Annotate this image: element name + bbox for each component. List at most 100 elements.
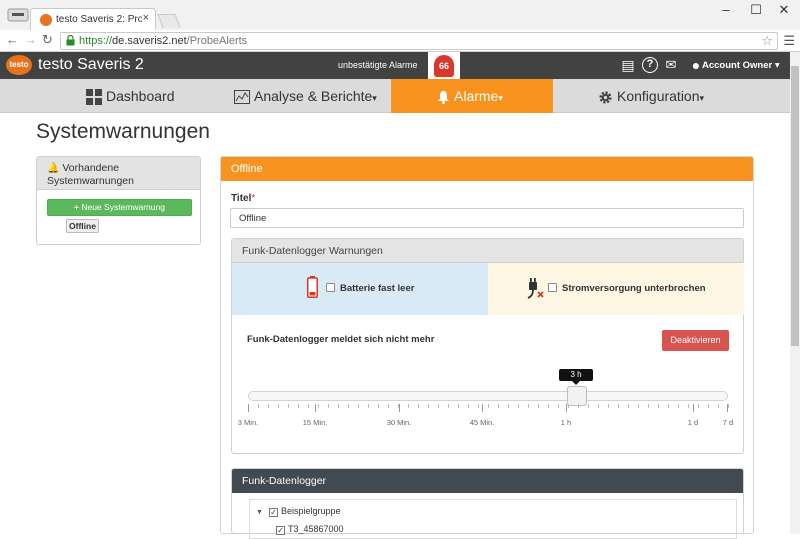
app-name: testo Saveris 2	[38, 56, 144, 73]
bell-icon	[438, 91, 449, 105]
slider-tick	[628, 404, 629, 408]
slider-tick	[718, 404, 719, 408]
slider-tick	[528, 404, 529, 408]
slider-tick	[298, 404, 299, 408]
close-window-button[interactable]: ✕	[770, 2, 798, 18]
reload-icon[interactable]: ↻	[42, 32, 53, 48]
slider-tick	[728, 404, 729, 408]
bookmark-star-icon[interactable]: ☆	[761, 33, 773, 49]
title-field-label: Titel*	[231, 193, 255, 204]
new-tab-button[interactable]	[157, 14, 181, 28]
timeout-slider-track[interactable]	[248, 391, 728, 401]
warning-list-item-offline[interactable]: Offline	[66, 219, 99, 233]
nav-analysis[interactable]: Analyse & Berichte▾	[234, 79, 377, 113]
url-input[interactable]: https://de.saveris2.net/ProbeAlerts ☆	[60, 32, 778, 50]
slider-tick	[388, 404, 389, 408]
scrollbar-thumb[interactable]	[791, 66, 799, 346]
url-path: /ProbeAlerts	[186, 35, 248, 47]
slider-tick	[368, 404, 369, 408]
tree-group-row[interactable]: ▼ ✓ Beispielgruppe	[256, 506, 340, 517]
page-scrollbar[interactable]	[790, 52, 800, 534]
battery-warning-box: Batterie fast leer	[232, 263, 488, 315]
slider-tick	[498, 404, 499, 408]
battery-warning-label: Batterie fast leer	[340, 283, 415, 294]
slider-tick	[278, 404, 279, 408]
power-warning-label: Stromversorgung unterbrochen	[562, 283, 706, 294]
main-nav: Dashboard Analyse & Berichte▾ Alarme▾ Ko…	[0, 79, 790, 113]
slider-tick	[618, 404, 619, 408]
slider-tick	[678, 404, 679, 408]
slider-major-tick	[315, 404, 316, 412]
maximize-button[interactable]: ☐	[742, 2, 770, 18]
nav-configuration-caret: ▾	[699, 93, 705, 103]
logger-tree: ▼ ✓ Beispielgruppe ✓ T3_45867000	[249, 499, 737, 539]
no-report-label: Funk-Datenlogger meldet sich nicht mehr	[247, 334, 435, 345]
slider-label-15min: 15 Min.	[302, 418, 328, 427]
nav-analysis-caret: ▾	[372, 93, 377, 103]
new-system-warning-label: Neue Systemwarnung	[81, 202, 165, 212]
gear-icon	[599, 91, 612, 104]
slider-tick	[648, 404, 649, 408]
slider-tick	[558, 404, 559, 408]
mail-icon[interactable]: ✉	[663, 57, 679, 73]
account-menu[interactable]: Account Owner ▾	[702, 60, 780, 71]
slider-tick	[708, 404, 709, 408]
new-system-warning-button[interactable]: + Neue Systemwarnung	[47, 199, 192, 216]
slider-major-tick	[482, 404, 483, 412]
power-warning-box: Stromversorgung unterbrochen	[488, 263, 744, 315]
timeout-slider-handle[interactable]	[567, 386, 587, 406]
slider-tick	[698, 404, 699, 408]
tab-title: testo Saveris 2: ProbeAlerts	[56, 14, 142, 25]
tree-expand-icon[interactable]: ▼	[256, 509, 263, 516]
tab-close-icon[interactable]: ×	[143, 12, 149, 24]
slider-major-tick	[248, 404, 249, 412]
help-icon[interactable]: ?	[642, 57, 658, 73]
nav-configuration[interactable]: Konfiguration▾	[598, 79, 704, 113]
unplugged-icon	[527, 278, 544, 299]
alarm-counter[interactable]: 66	[428, 52, 460, 82]
alarm-bell-icon: 66	[434, 55, 454, 77]
nav-alarms-label: Alarme	[454, 88, 499, 104]
page-title: Systemwarnungen	[36, 120, 210, 143]
slider-tick	[538, 404, 539, 408]
title-label-text: Titel	[231, 193, 252, 204]
deactivate-button[interactable]: Deaktivieren	[662, 330, 729, 351]
plus-icon: +	[74, 202, 79, 212]
logger-warnings-header: Funk-Datenlogger Warnungen	[232, 239, 743, 263]
dashboard-icon	[86, 89, 102, 106]
testo-favicon-icon	[40, 14, 52, 26]
slider-tick	[288, 404, 289, 408]
nav-alarms[interactable]: Alarme▾	[391, 79, 553, 113]
slider-label-7d: 7 d	[722, 418, 734, 427]
title-input[interactable]: Offline	[230, 208, 744, 228]
power-warning-checkbox[interactable]	[548, 283, 557, 292]
browser-user-icon[interactable]	[6, 6, 30, 24]
browser-tab[interactable]: testo Saveris 2: ProbeAlerts ×	[30, 8, 156, 30]
slider-label-1d: 1 d	[687, 418, 699, 427]
browser-tab-bar: testo Saveris 2: ProbeAlerts × – ☐ ✕	[0, 0, 800, 30]
group-checkbox[interactable]: ✓	[268, 508, 278, 517]
slider-tick	[608, 404, 609, 408]
slider-tick	[548, 404, 549, 408]
slider-major-tick	[693, 404, 694, 412]
minimize-button[interactable]: –	[712, 2, 740, 17]
nav-configuration-label: Konfiguration	[617, 88, 700, 104]
battery-low-icon	[307, 276, 318, 298]
back-arrow-icon[interactable]: ←	[6, 32, 19, 47]
logger-warnings-panel: Funk-Datenlogger Warnungen Batterie fast…	[231, 238, 744, 454]
device-icon[interactable]: ▤	[620, 57, 636, 73]
forward-arrow-icon[interactable]: →	[24, 32, 37, 47]
slider-tick	[438, 404, 439, 408]
slider-label-45min: 45 Min.	[469, 418, 495, 427]
slider-tick	[598, 404, 599, 408]
app-header: testo testo Saveris 2 unbestätigte Alarm…	[0, 52, 790, 79]
unacknowledged-alarms-label[interactable]: unbestätigte Alarme	[338, 60, 418, 70]
slider-tick	[468, 404, 469, 408]
battery-warning-checkbox[interactable]	[326, 283, 335, 292]
slider-tick	[408, 404, 409, 408]
nav-dashboard[interactable]: Dashboard	[86, 79, 175, 113]
url-text: https://de.saveris2.net/ProbeAlerts	[79, 35, 247, 47]
tree-logger-row[interactable]: ✓ T3_45867000	[276, 524, 344, 535]
slider-label-1h: 1 h	[560, 418, 572, 427]
browser-menu-icon[interactable]: ☰	[783, 33, 795, 49]
